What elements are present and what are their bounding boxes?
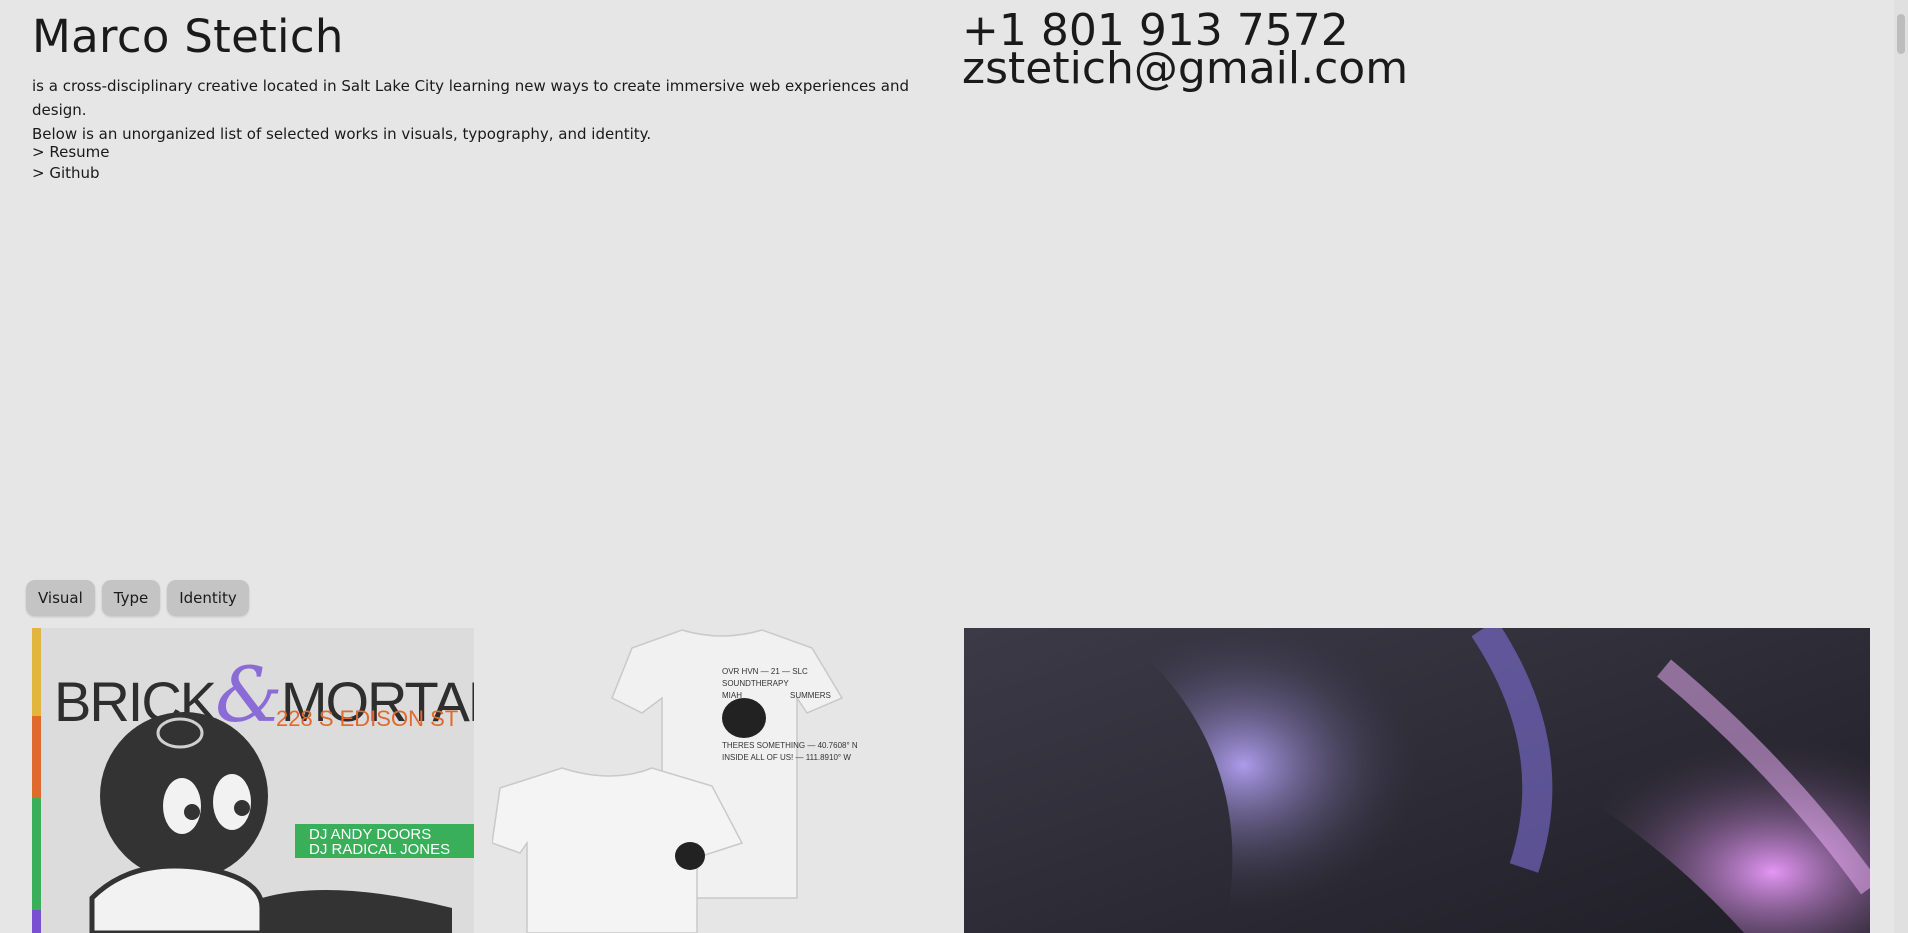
work-poster-card[interactable]: BRICK&MORTAR 228 S EDISON ST DJ ANDY DOO… xyxy=(32,628,474,933)
mascot-record xyxy=(262,890,452,933)
resume-link[interactable]: > Resume xyxy=(32,142,109,163)
tshirt-front xyxy=(492,767,744,933)
bio-line: Below is an unorganized list of selected… xyxy=(32,125,652,143)
tshirt-coords: THERES SOMETHING — 40.7608° N INSIDE ALL… xyxy=(722,740,858,764)
poster-mascot-illustration xyxy=(89,712,452,933)
link-list: > Resume > Github xyxy=(32,142,109,184)
tshirt-line: SOUNDTHERAPY xyxy=(722,679,789,688)
tshirt-coord: INSIDE ALL OF US! — 111.8910° W xyxy=(722,753,851,762)
tshirt-line: OVR HVN — 21 — SLC xyxy=(722,667,808,676)
poster-lineup: DJ ANDY DOORS DJ RADICAL JONES xyxy=(295,824,474,858)
work-aurora-image[interactable] xyxy=(964,628,1870,933)
mascot-pupil-right xyxy=(234,800,250,816)
github-link[interactable]: > Github xyxy=(32,163,109,184)
scrollbar[interactable] xyxy=(1894,0,1908,933)
tshirt-front-mascot xyxy=(675,842,705,870)
filter-identity-button[interactable]: Identity xyxy=(167,580,249,616)
filter-visual-button[interactable]: Visual xyxy=(26,580,95,616)
page-title: Marco Stetich xyxy=(32,10,344,63)
filter-bar: Visual Type Identity xyxy=(26,580,249,616)
bio: is a cross-disciplinary creative located… xyxy=(32,74,952,146)
filter-type-button[interactable]: Type xyxy=(101,580,161,616)
contact-block: +1 801 913 7572 zstetich@gmail.com xyxy=(962,9,1408,91)
email-address[interactable]: zstetich@gmail.com xyxy=(962,47,1408,91)
work-tshirt-card[interactable]: OVR HVN — 21 — SLC SOUNDTHERAPY MIAH SUM… xyxy=(492,628,942,933)
tshirt-back-text: OVR HVN — 21 — SLC SOUNDTHERAPY MIAH SUM… xyxy=(722,666,831,702)
poster-dj-1: DJ ANDY DOORS xyxy=(309,826,432,843)
poster-dj-2: DJ RADICAL JONES xyxy=(309,841,451,858)
scrollbar-thumb[interactable] xyxy=(1897,14,1905,54)
tshirt-coord: THERES SOMETHING — 40.7608° N xyxy=(722,741,858,750)
aurora-artwork xyxy=(964,628,1870,933)
mascot-glove xyxy=(89,863,265,933)
tshirt-illustration xyxy=(492,629,844,933)
mascot-pupil-left xyxy=(184,804,200,820)
tshirt-back-mascot xyxy=(722,698,766,738)
bio-line: is a cross-disciplinary creative located… xyxy=(32,77,909,119)
